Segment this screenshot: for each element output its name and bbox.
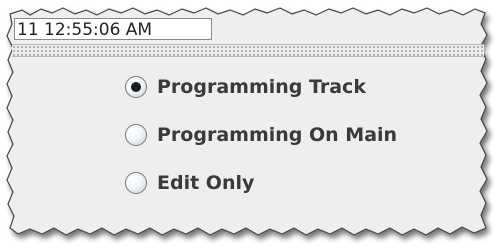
radio-selected-icon[interactable] [125, 76, 147, 98]
option-programming-on-main[interactable]: Programming On Main [125, 122, 445, 148]
option-programming-track[interactable]: Programming Track [125, 74, 445, 100]
option-label: Programming On Main [157, 124, 398, 146]
split-pane-divider[interactable] [12, 44, 484, 57]
option-edit-only[interactable]: Edit Only [125, 170, 445, 196]
screenshot-frame: 11 12:55:06 AM Programming Track Program… [0, 0, 496, 252]
radio-unselected-icon[interactable] [125, 124, 147, 146]
option-label: Programming Track [157, 76, 366, 98]
option-label: Edit Only [157, 172, 255, 194]
radio-dot-icon [131, 82, 141, 92]
radio-unselected-icon[interactable] [125, 172, 147, 194]
clock-readout: 11 12:55:06 AM [14, 18, 212, 40]
